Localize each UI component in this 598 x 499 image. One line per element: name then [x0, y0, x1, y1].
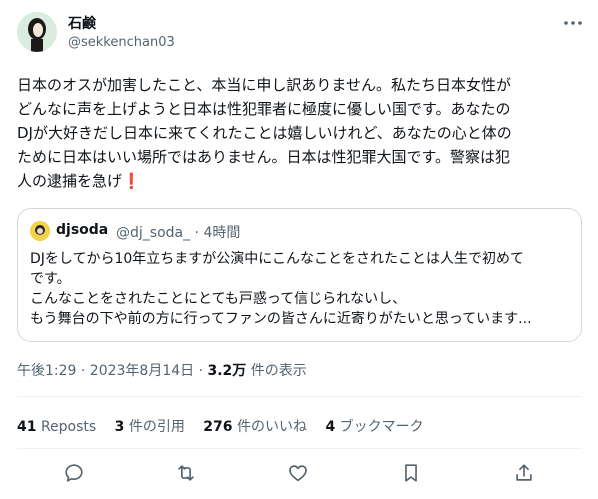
- exclamation-emoji: ❗: [122, 172, 141, 190]
- bookmark-icon[interactable]: [400, 462, 422, 484]
- quoted-text: DJをしてから10年立ちますが公演中にこんなことをされたことは人生で初めて です…: [30, 251, 532, 327]
- stat-bookmarks[interactable]: 4 ブックマーク: [325, 416, 423, 436]
- stat-reposts[interactable]: 41 Reposts: [17, 419, 96, 435]
- tweet-meta: 午後1:29 · 2023年8月14日 · 3.2万 件の表示: [17, 360, 307, 380]
- stat-likes[interactable]: 276 件のいいね: [203, 416, 307, 436]
- like-icon[interactable]: [287, 462, 309, 484]
- tweet-text: 日本のオスが加害したこと、本当に申し訳ありません。私たち日本女性が どんなに声を…: [17, 73, 583, 193]
- engagement-stats: 41 Reposts 3 件の引用 276 件のいいね 4 ブックマーク: [17, 416, 438, 436]
- quoted-tweet[interactable]: djsoda @dj_soda_ · 4時間 DJをしてから10年立ちますが公演…: [17, 208, 582, 342]
- share-icon[interactable]: [513, 462, 535, 484]
- reply-icon[interactable]: [63, 462, 85, 484]
- views-count: 3.2万: [207, 363, 247, 379]
- more-icon[interactable]: [562, 12, 584, 34]
- author-handle[interactable]: @sekkenchan03: [68, 35, 175, 50]
- repost-icon[interactable]: [175, 462, 197, 484]
- quoted-handle-time: @dj_soda_ · 4時間: [116, 225, 241, 241]
- tweet-body: 日本のオスが加害したこと、本当に申し訳ありません。私たち日本女性が どんなに声を…: [17, 76, 512, 190]
- author-avatar[interactable]: [17, 12, 57, 52]
- action-bar: [17, 458, 582, 490]
- views-label: 件の表示: [246, 363, 307, 379]
- quoted-author-name[interactable]: djsoda: [56, 222, 108, 238]
- author-name[interactable]: 石鹸: [68, 13, 96, 33]
- divider: [17, 448, 582, 449]
- quoted-avatar[interactable]: [30, 221, 50, 241]
- timestamp[interactable]: 午後1:29 · 2023年8月14日 ·: [17, 363, 208, 379]
- divider: [17, 396, 582, 397]
- stat-quotes[interactable]: 3 件の引用: [115, 416, 185, 436]
